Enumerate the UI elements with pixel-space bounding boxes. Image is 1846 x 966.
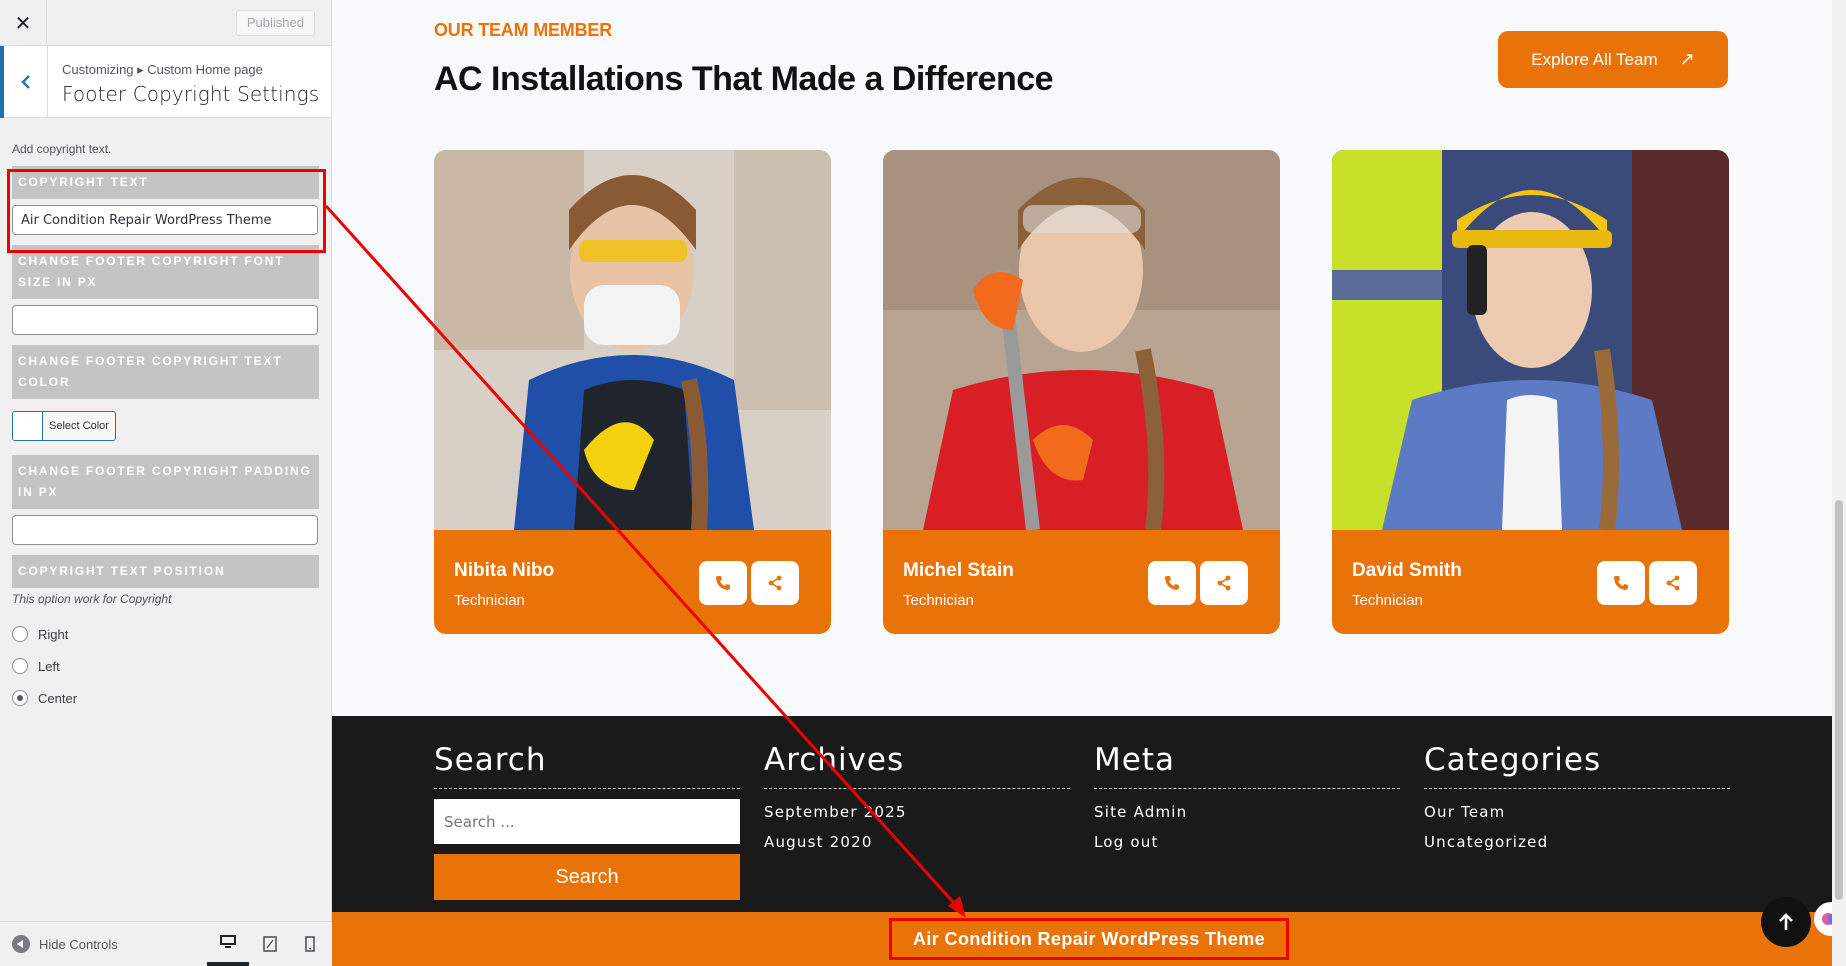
phone-icon <box>1165 576 1179 590</box>
desktop-preview-button[interactable] <box>207 922 249 966</box>
phone-icon <box>716 576 730 590</box>
radio-label: Center <box>38 690 78 706</box>
position-option-left[interactable]: Left <box>12 650 319 682</box>
site-preview: OUR TEAM MEMBER AC Installations That Ma… <box>332 0 1846 966</box>
share-button[interactable] <box>751 561 799 605</box>
section-description: Add copyright text. <box>12 142 112 156</box>
share-button[interactable] <box>1200 561 1248 605</box>
hide-controls-button[interactable]: Hide Controls <box>12 935 118 953</box>
radio-button[interactable] <box>12 658 28 674</box>
category-link[interactable]: Our Team <box>1424 803 1730 821</box>
phone-button[interactable] <box>699 561 747 605</box>
member-photo <box>434 150 831 530</box>
vertical-scrollbar[interactable] <box>1832 0 1846 966</box>
arrow-up-right-icon: ↗ <box>1679 49 1695 69</box>
footer-archives-widget: Archives September 2025 August 2020 <box>764 742 1070 851</box>
highlight-annotation-box <box>7 169 326 253</box>
font-size-input[interactable] <box>12 305 318 335</box>
desktop-icon <box>220 935 236 948</box>
member-photo <box>1332 150 1729 530</box>
widget-heading: Categories <box>1424 742 1730 789</box>
widget-heading: Search <box>434 742 740 789</box>
meta-link[interactable]: Site Admin <box>1094 803 1400 821</box>
close-icon[interactable]: ✕ <box>0 0 47 46</box>
hide-controls-label: Hide Controls <box>39 936 118 952</box>
back-button[interactable] <box>0 46 48 118</box>
member-name: David Smith <box>1352 560 1462 581</box>
scroll-to-top-button[interactable] <box>1761 897 1811 947</box>
team-card: Michel Stain Technician <box>883 150 1280 634</box>
share-button[interactable] <box>1649 561 1697 605</box>
footer-search-widget: Search Search <box>434 742 740 900</box>
padding-input[interactable] <box>12 515 318 545</box>
footer-meta-widget: Meta Site Admin Log out <box>1094 742 1400 851</box>
share-icon <box>1217 575 1231 591</box>
breadcrumb: Customizing ▸ Custom Home page <box>62 62 263 77</box>
member-role: Technician <box>454 592 525 609</box>
customizer-sidebar: ✕ Published Customizing ▸ Custom Home pa… <box>0 0 332 966</box>
explore-button-label: Explore All Team <box>1531 49 1658 69</box>
customizer-header: ✕ Published <box>0 0 331 46</box>
position-option-center[interactable]: Center <box>12 682 319 714</box>
select-color-label: Select Color <box>49 420 109 432</box>
scrollbar-thumb[interactable] <box>1835 500 1843 900</box>
share-icon <box>768 575 782 591</box>
phone-button[interactable] <box>1148 561 1196 605</box>
chevron-left-icon <box>20 75 30 89</box>
member-info: David Smith Technician <box>1332 530 1729 634</box>
site-footer: Search Search Archives September 2025 Au… <box>332 716 1846 912</box>
category-link[interactable]: Uncategorized <box>1424 833 1730 851</box>
copyright-bar: Air Condition Repair WordPress Theme <box>332 912 1846 966</box>
text-color-label: Change Footer Copyright Text Color <box>12 345 319 399</box>
position-note: This option work for Copyright <box>12 592 172 606</box>
archive-link[interactable]: September 2025 <box>764 803 1070 821</box>
position-label: Copyright Text Position <box>12 555 319 588</box>
published-button[interactable]: Published <box>235 10 315 36</box>
section-tag: OUR TEAM MEMBER <box>434 20 612 40</box>
mobile-preview-button[interactable] <box>289 922 331 966</box>
team-card: Nibita Nibo Technician <box>434 150 831 634</box>
phone-icon <box>1614 576 1628 590</box>
font-size-label: Change Footer Copyright Font Size in px <box>12 245 319 299</box>
archive-link[interactable]: August 2020 <box>764 833 1070 851</box>
tablet-preview-button[interactable] <box>249 922 291 966</box>
member-info: Nibita Nibo Technician <box>434 530 831 634</box>
select-color-button[interactable]: Select Color <box>12 411 116 441</box>
footer-categories-widget: Categories Our Team Uncategorized <box>1424 742 1730 851</box>
member-name: Nibita Nibo <box>454 560 555 581</box>
mobile-icon <box>305 936 315 952</box>
color-swatch <box>13 412 43 440</box>
customizer-footer: Hide Controls <box>0 921 332 966</box>
footer-search-button[interactable]: Search <box>434 854 740 900</box>
member-role: Technician <box>903 592 974 609</box>
widget-heading: Meta <box>1094 742 1400 789</box>
footer-search-input[interactable] <box>434 799 740 844</box>
radio-button[interactable] <box>12 626 28 642</box>
meta-link[interactable]: Log out <box>1094 833 1400 851</box>
phone-button[interactable] <box>1597 561 1645 605</box>
team-card: David Smith Technician <box>1332 150 1729 634</box>
radio-button-selected[interactable] <box>12 690 28 706</box>
member-role: Technician <box>1352 592 1423 609</box>
copyright-text: Air Condition Repair WordPress Theme <box>889 918 1289 960</box>
radio-label: Left <box>38 658 60 674</box>
padding-label: Change Footer Copyright Padding in px <box>12 455 319 509</box>
section-header: Customizing ▸ Custom Home page Footer Co… <box>0 46 331 118</box>
explore-all-team-button[interactable]: Explore All Team ↗ <box>1498 31 1728 88</box>
tablet-icon <box>263 936 277 952</box>
section-title: Footer Copyright Settings <box>62 82 320 106</box>
member-photo <box>883 150 1280 530</box>
share-icon <box>1666 575 1680 591</box>
arrow-up-icon <box>1779 913 1793 930</box>
radio-label: Right <box>38 626 69 642</box>
section-title: AC Installations That Made a Difference <box>434 60 1054 98</box>
member-name: Michel Stain <box>903 560 1014 581</box>
position-option-right[interactable]: Right <box>12 618 319 650</box>
widget-heading: Archives <box>764 742 1070 789</box>
collapse-icon <box>12 935 30 953</box>
member-info: Michel Stain Technician <box>883 530 1280 634</box>
